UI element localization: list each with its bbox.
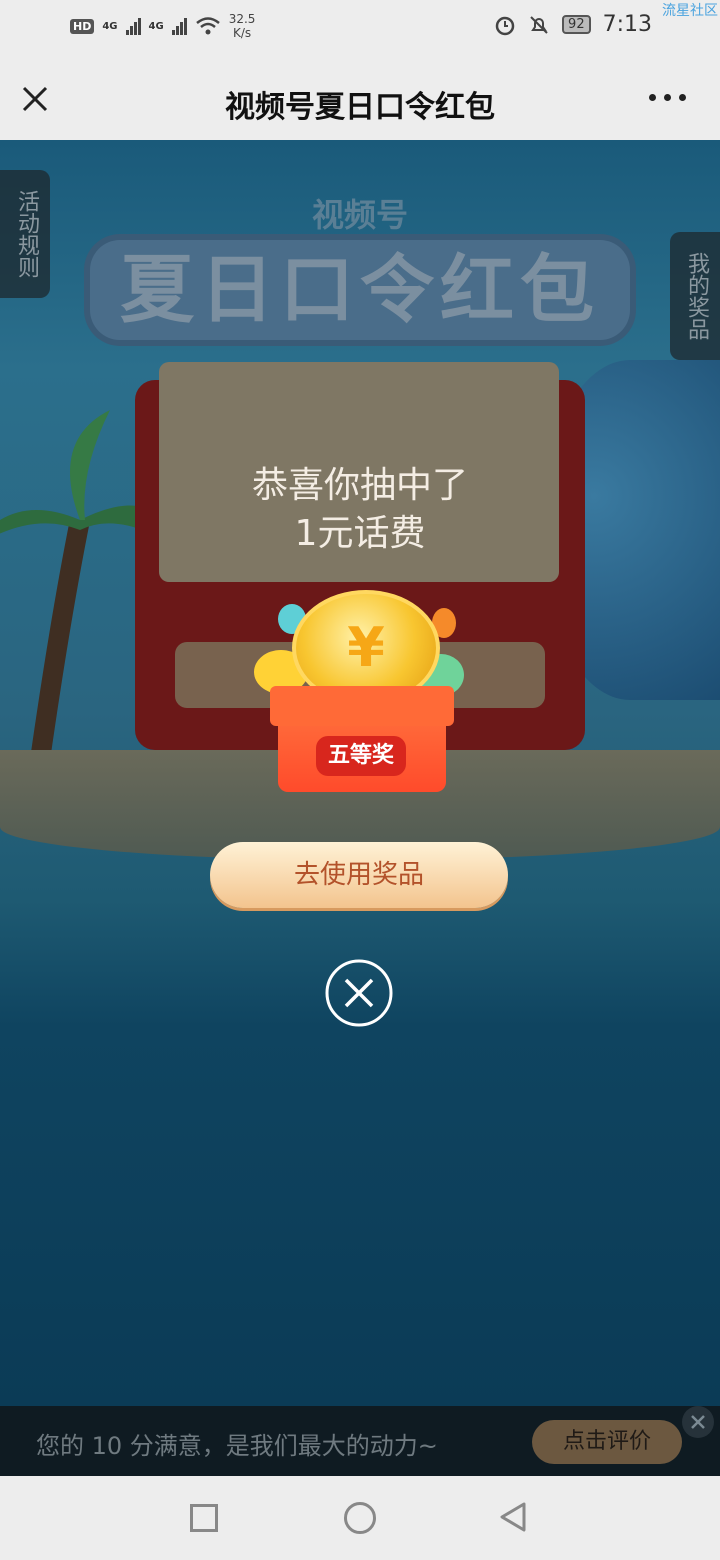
rating-text: 您的 10 分满意，是我们最大的动力~	[36, 1432, 438, 1460]
battery-indicator: 92	[562, 15, 591, 34]
close-modal-icon[interactable]	[324, 958, 394, 1028]
page-title: 视频号夏日口令红包	[225, 90, 495, 125]
network-speed: 32.5 K/s	[229, 12, 256, 40]
watermark: 流星社区	[662, 3, 718, 19]
speed-unit: K/s	[232, 26, 252, 40]
wifi-icon	[195, 17, 220, 35]
recent-apps-icon[interactable]	[190, 1504, 218, 1532]
my-prizes-tab[interactable]: 我的奖品	[670, 232, 720, 360]
back-icon[interactable]	[496, 1500, 530, 1534]
speed-value: 32.5	[228, 12, 256, 26]
close-banner-icon[interactable]	[682, 1406, 714, 1438]
rating-banner: 您的 10 分满意，是我们最大的动力~ 点击评价	[0, 1406, 720, 1476]
prize-name: 1元话费	[294, 513, 426, 554]
mute-bell-icon	[530, 15, 548, 34]
scene-title: 夏日口令红包	[90, 240, 630, 340]
prize-gift-box: ¥ 五等奖	[254, 590, 468, 800]
title-bar: 视频号夏日口令红包	[0, 56, 720, 140]
signal-icon-2	[171, 17, 187, 35]
rate-button[interactable]: 点击评价	[532, 1420, 682, 1464]
net-label-1: 4G	[102, 20, 118, 32]
alarm-icon	[495, 16, 515, 35]
clock: 7:13	[602, 12, 652, 37]
system-nav-bar	[0, 1476, 720, 1560]
home-icon[interactable]	[344, 1502, 376, 1534]
prize-level-badge: 五等奖	[316, 736, 406, 776]
status-left: HD 4G 4G 32.5 K/s	[70, 12, 255, 40]
congrats-text: 恭喜你抽中了	[251, 465, 468, 506]
status-bar: HD 4G 4G 32.5 K/s 92 7:13 流星社区	[0, 0, 720, 56]
signal-icon	[125, 17, 141, 35]
activity-rules-tab[interactable]: 活动规则	[0, 170, 50, 298]
hd-badge: HD	[70, 18, 95, 34]
use-prize-button[interactable]: 去使用奖品	[210, 842, 508, 908]
yuan-symbol: ¥	[347, 616, 385, 679]
scene-subtitle: 视频号	[311, 196, 408, 234]
gift-box-lid	[270, 686, 454, 726]
status-right: 92 7:13	[494, 12, 652, 37]
more-options-icon[interactable]	[649, 94, 686, 101]
net-label-2: 4G	[148, 20, 164, 32]
